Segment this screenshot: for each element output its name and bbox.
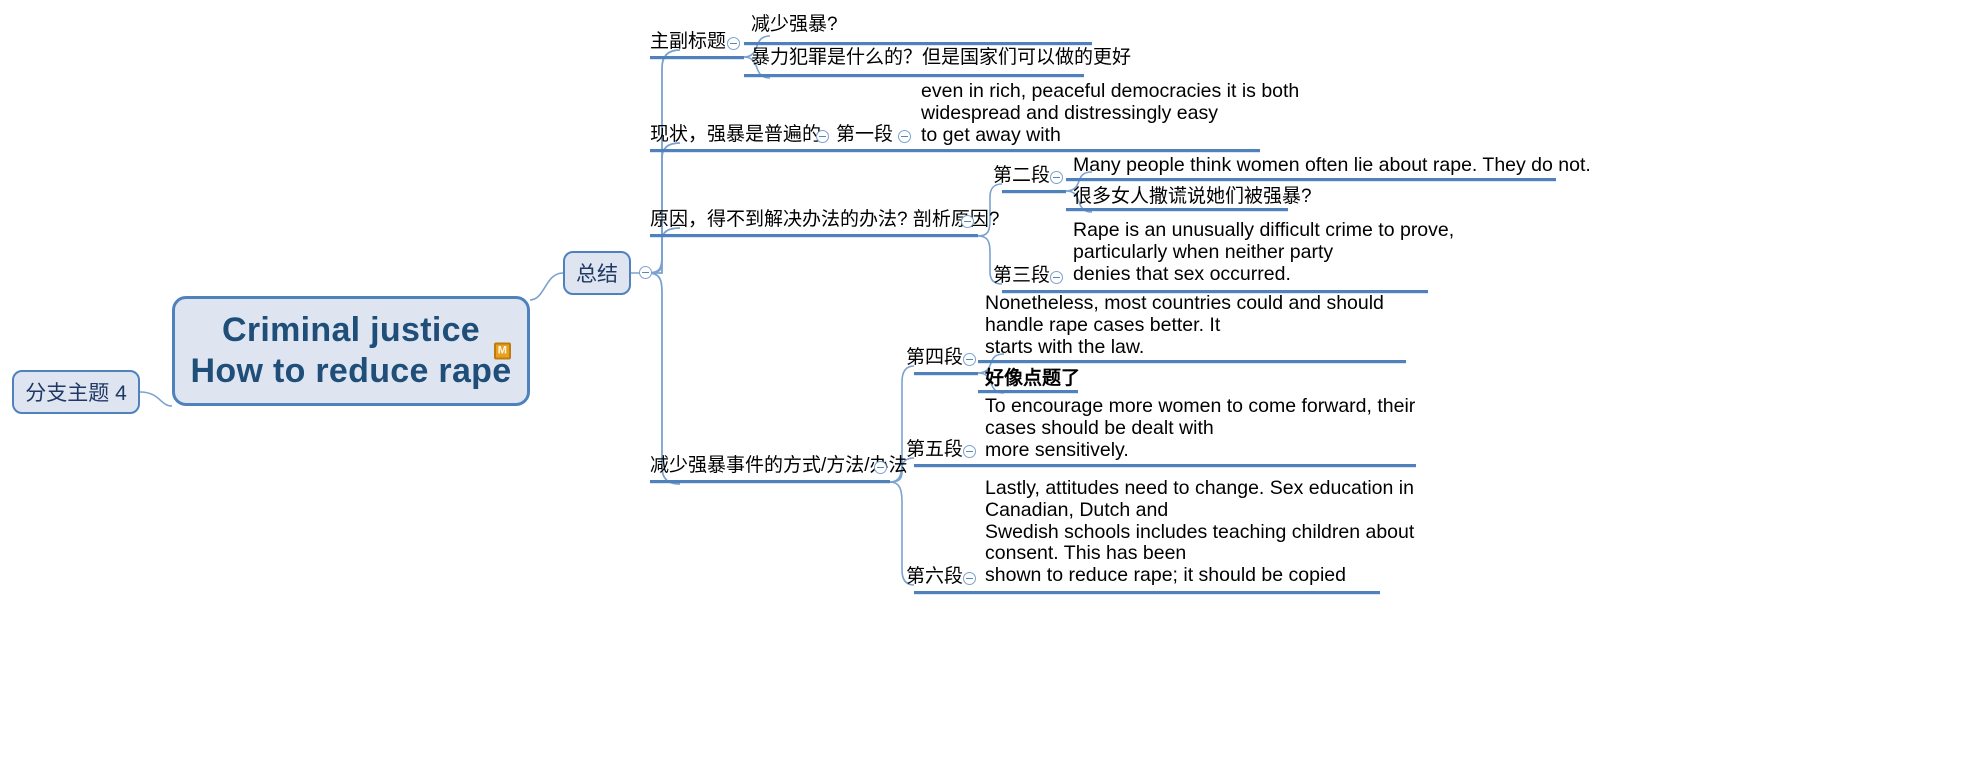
spine-paths bbox=[647, 49, 681, 485]
leaf-3-1-2[interactable]: 很多女人撒谎说她们被强暴? bbox=[1073, 186, 1312, 207]
sub-underline-4-3 bbox=[914, 591, 978, 595]
leaf-1-2[interactable]: 暴力犯罪是什么的？但是国家们可以做的更好 bbox=[751, 47, 1131, 68]
toggle-branch-1[interactable] bbox=[727, 37, 740, 50]
edge-left-branch bbox=[139, 391, 173, 407]
sub-label-3-1[interactable]: 第二段 bbox=[993, 165, 1050, 187]
branch-label-3[interactable]: 原因，得不到解决办法的办法? 剖析原因? bbox=[650, 209, 999, 231]
central-title-line-2: How to reduce rape bbox=[190, 352, 512, 390]
toggle-sub-3-2[interactable] bbox=[1050, 271, 1063, 284]
toggle-sub-4-1[interactable] bbox=[963, 353, 976, 366]
sub-underline-4-1 bbox=[914, 372, 978, 376]
leaf-4-1-2[interactable]: 好像点题了 bbox=[985, 368, 1080, 389]
sub-underline-3-1 bbox=[1002, 190, 1066, 194]
branch-2-underline-group bbox=[650, 149, 1260, 153]
toggle-branch-4[interactable] bbox=[874, 461, 887, 474]
leaf-underline-2-1 bbox=[915, 149, 1260, 153]
toggle-sub-3-1[interactable] bbox=[1050, 171, 1063, 184]
sub-underline-4-2 bbox=[914, 464, 978, 468]
edge-central-summary bbox=[529, 272, 564, 301]
branch-label-1[interactable]: 主副标题 bbox=[650, 31, 726, 53]
leaf-underline-3-1-1 bbox=[1066, 178, 1556, 182]
toggle-sub-4-3[interactable] bbox=[963, 572, 976, 585]
toggle-branch-2[interactable] bbox=[816, 130, 829, 143]
toggle-branch-3[interactable] bbox=[961, 215, 974, 228]
branch-left-label: 分支主题 4 bbox=[25, 382, 127, 405]
central-topic-node[interactable]: Criminal justice How to reduce rape M bbox=[172, 296, 530, 406]
sub-label-4-1[interactable]: 第四段 bbox=[906, 347, 963, 369]
leaf-underline-4-1-1 bbox=[978, 360, 1406, 364]
leaf-underline-3-1-2 bbox=[1066, 208, 1288, 212]
spine-to-branch-3 bbox=[648, 227, 681, 274]
toggle-sub-2-1[interactable] bbox=[898, 130, 911, 143]
branch-node-left[interactable]: 分支主题 4 bbox=[12, 370, 140, 414]
toggle-summary[interactable] bbox=[639, 266, 652, 279]
leaf-4-1-1[interactable]: Nonetheless, most countries could and sh… bbox=[985, 292, 1384, 358]
summary-label: 总结 bbox=[576, 263, 618, 286]
leaf-underline-4-2-1 bbox=[978, 464, 1416, 468]
leaf-4-2-1[interactable]: To encourage more women to come forward,… bbox=[985, 395, 1415, 461]
sub-underline-2 bbox=[833, 149, 915, 153]
leaf-3-2-1[interactable]: Rape is an unusually difficult crime to … bbox=[1073, 219, 1454, 285]
toggle-sub-4-2[interactable] bbox=[963, 445, 976, 458]
leaf-2-1[interactable]: even in rich, peaceful democracies it is… bbox=[921, 80, 1299, 146]
sub-label-3-2[interactable]: 第三段 bbox=[993, 265, 1050, 287]
note-marker-icon[interactable]: M bbox=[494, 342, 511, 360]
sub-label-2-1[interactable]: 第一段 bbox=[836, 124, 893, 146]
leaf-underline-4-3-1 bbox=[978, 591, 1380, 595]
spine-to-branch-4 bbox=[647, 272, 681, 485]
leaf-3-1-1[interactable]: Many people think women often lie about … bbox=[1073, 154, 1591, 177]
leaf-4-3-1[interactable]: Lastly, attitudes need to change. Sex ed… bbox=[985, 477, 1414, 587]
leaf-underline-4-1-2 bbox=[978, 390, 1078, 394]
leaf-1-1[interactable]: 减少强暴? bbox=[751, 14, 838, 35]
branch-label-2[interactable]: 现状，强暴是普遍的 bbox=[650, 124, 821, 146]
leaf-underline-1-1 bbox=[744, 42, 1092, 46]
spine-to-branch-2 bbox=[647, 142, 681, 274]
mindmap-canvas: 分支主题 4 Criminal justice How to reduce ra… bbox=[0, 0, 1978, 763]
spine-to-branch-1 bbox=[647, 49, 681, 274]
central-title-line-1: Criminal justice bbox=[222, 310, 480, 349]
sub-label-4-3[interactable]: 第六段 bbox=[906, 566, 963, 588]
leaf-underline-1-2 bbox=[744, 74, 1084, 78]
sub-label-4-2[interactable]: 第五段 bbox=[906, 439, 963, 461]
summary-node[interactable]: 总结 bbox=[563, 251, 631, 295]
branch-label-4[interactable]: 减少强暴事件的方式/方法/办法 bbox=[650, 455, 908, 477]
